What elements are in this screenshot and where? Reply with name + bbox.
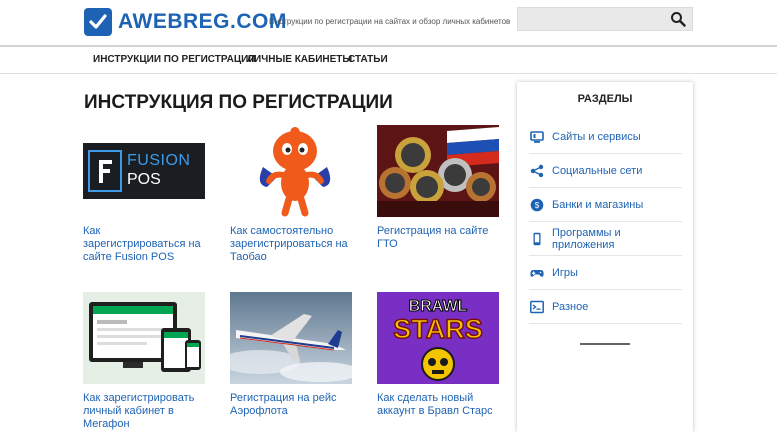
article-card[interactable]: Регистрация на рейс Аэрофлота bbox=[230, 292, 352, 418]
sidebar-item-sites-services[interactable]: Сайты и сервисы bbox=[529, 120, 682, 154]
stars-text: STARS bbox=[392, 313, 483, 345]
search-box bbox=[517, 7, 693, 31]
card-caption[interactable]: Регистрация на рейс Аэрофлота bbox=[230, 392, 352, 418]
sidebar-item-misc[interactable]: Разное bbox=[529, 290, 682, 324]
site-logo[interactable]: AWEBREG.COM bbox=[84, 8, 287, 36]
search-icon[interactable] bbox=[670, 11, 686, 27]
fusion-text: FUSION bbox=[127, 152, 191, 169]
article-card[interactable]: FUSION POS Как зарегистрироваться на сай… bbox=[83, 125, 205, 264]
fusion-pos-logo-icon bbox=[88, 150, 122, 192]
site-header: AWEBREG.COM Инструкции по регистрации на… bbox=[0, 0, 777, 47]
logo-text: AWEBREG.COM bbox=[118, 10, 287, 33]
megafon-screens-thumbnail[interactable] bbox=[83, 292, 205, 384]
svg-text:$: $ bbox=[535, 201, 540, 210]
article-card[interactable]: Регистрация на сайте ГТО bbox=[377, 125, 499, 251]
card-caption[interactable]: Регистрация на сайте ГТО bbox=[377, 225, 499, 251]
sidebar-item-label: Программы и приложения bbox=[552, 226, 621, 251]
gto-badges-icon bbox=[377, 125, 499, 217]
search-input[interactable] bbox=[518, 8, 675, 30]
sidebar-divider bbox=[580, 343, 630, 345]
sidebar-sections: РАЗДЕЛЫ Сайты и сервисы Социальные сети … bbox=[517, 82, 693, 432]
aeroflot-plane-thumbnail[interactable] bbox=[230, 292, 352, 384]
nav-articles[interactable]: СТАТЬИ bbox=[348, 54, 388, 65]
card-caption[interactable]: Как самостоятельно зарегистрироваться на… bbox=[230, 225, 352, 264]
brawl-skull-icon bbox=[421, 347, 455, 381]
card-caption[interactable]: Как сделать новый аккаунт в Бравл Старс bbox=[377, 392, 499, 418]
sidebar-item-label: Игры bbox=[552, 266, 578, 279]
sidebar-item-label: Банки и магазины bbox=[552, 198, 644, 211]
sidebar-item-label: Социальные сети bbox=[552, 164, 643, 177]
sidebar-item-label: Сайты и сервисы bbox=[552, 130, 641, 143]
phone-icon bbox=[530, 232, 544, 246]
card-caption[interactable]: Как зарегистрировать личный кабинет в Ме… bbox=[83, 392, 205, 431]
sidebar-item-label: Разное bbox=[552, 300, 589, 313]
coin-icon: $ bbox=[530, 198, 544, 212]
article-card[interactable]: Как самостоятельно зарегистрироваться на… bbox=[230, 125, 352, 264]
main-nav: ИНСТРУКЦИИ ПО РЕГИСТРАЦИИ ЛИЧНЫЕ КАБИНЕТ… bbox=[0, 46, 777, 74]
nav-registration-instructions[interactable]: ИНСТРУКЦИИ ПО РЕГИСТРАЦИИ bbox=[93, 54, 256, 65]
terminal-icon bbox=[530, 300, 544, 314]
fusion-pos-thumbnail[interactable]: FUSION POS bbox=[83, 125, 205, 217]
pos-text: POS bbox=[127, 171, 161, 188]
article-card[interactable]: Как зарегистрировать личный кабинет в Ме… bbox=[83, 292, 205, 431]
card-caption[interactable]: Как зарегистрироваться на сайте Fusion P… bbox=[83, 225, 205, 264]
monitor-icon bbox=[530, 130, 544, 144]
site-tagline: Инструкции по регистрации на сайтах и об… bbox=[269, 17, 511, 26]
share-icon bbox=[530, 164, 544, 178]
airplane-icon bbox=[230, 292, 352, 384]
taobao-mascot-icon bbox=[259, 127, 331, 217]
page-title: ИНСТРУКЦИЯ ПО РЕГИСТРАЦИИ bbox=[84, 92, 393, 113]
sidebar-title: РАЗДЕЛЫ bbox=[577, 93, 633, 105]
nav-personal-accounts[interactable]: ЛИЧНЫЕ КАБИНЕТЫ bbox=[247, 54, 352, 65]
checkmark-logo-icon bbox=[84, 8, 112, 36]
gto-badges-thumbnail[interactable] bbox=[377, 125, 499, 217]
sidebar-item-banks-shops[interactable]: $ Банки и магазины bbox=[529, 188, 682, 222]
sidebar-item-programs-apps[interactable]: Программы и приложения bbox=[529, 222, 682, 256]
gamepad-icon bbox=[530, 266, 544, 280]
sidebar-item-social-networks[interactable]: Социальные сети bbox=[529, 154, 682, 188]
megafon-devices-icon bbox=[83, 292, 205, 384]
taobao-mascot-thumbnail[interactable] bbox=[230, 125, 352, 217]
brawl-stars-thumbnail[interactable]: BRAWL STARS bbox=[377, 292, 499, 384]
sidebar-item-games[interactable]: Игры bbox=[529, 256, 682, 290]
article-card[interactable]: BRAWL STARS Как сделать новый аккаунт в … bbox=[377, 292, 499, 418]
